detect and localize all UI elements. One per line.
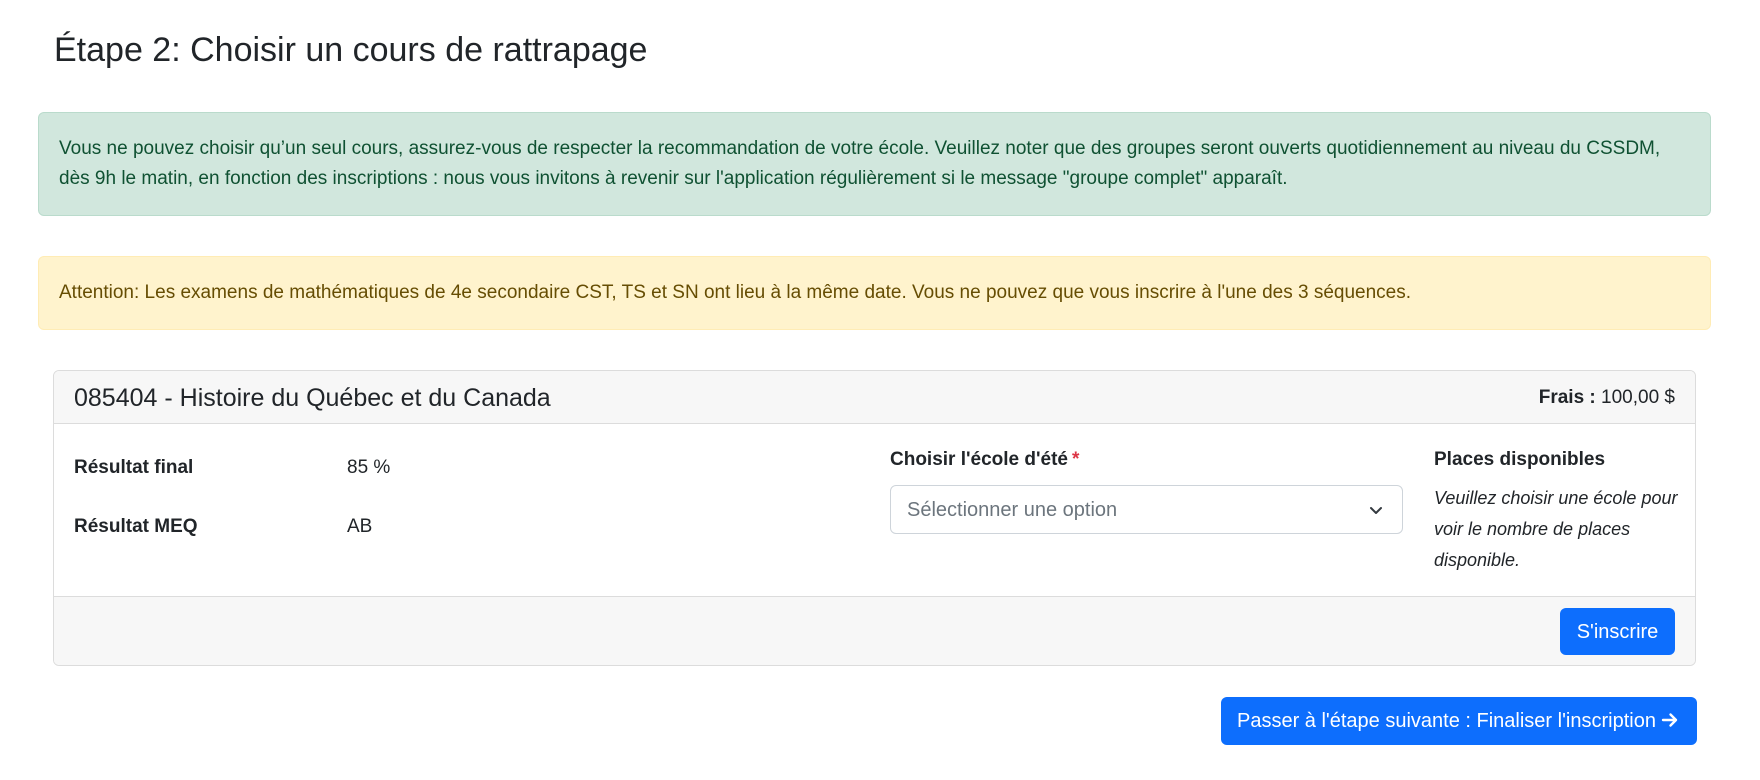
course-fees: Frais : 100,00 $ (1539, 385, 1675, 411)
required-mark: * (1071, 449, 1080, 470)
meq-result-value: AB (347, 516, 373, 537)
school-select-value: Sélectionner une option (907, 499, 1118, 521)
arrow-right-icon (1661, 713, 1678, 727)
page-title: Étape 2: Choisir un cours de rattrapage (54, 31, 648, 69)
places-title: Places disponibles (1434, 449, 1606, 470)
course-card-footer: S'inscrire (54, 596, 1695, 665)
school-field-label: Choisir l'école d'été * (890, 447, 1079, 473)
info-alert: Vous ne pouvez choisir qu’un seul cours,… (38, 112, 1711, 216)
next-step-button[interactable]: Passer à l'étape suivante : Finaliser l'… (1221, 697, 1697, 745)
meq-result-label: Résultat MEQ (74, 516, 198, 537)
fees-label: Frais : (1538, 387, 1596, 408)
next-step-label: Passer à l'étape suivante : Finaliser l'… (1237, 710, 1656, 732)
register-button[interactable]: S'inscrire (1560, 608, 1675, 655)
fees-value: 100,00 $ (1601, 387, 1675, 408)
final-result-value: 85 % (347, 457, 391, 478)
course-card-body: Résultat final 85 % Résultat MEQ AB Choi… (54, 424, 1695, 596)
school-field-label-text: Choisir l'école d'été (890, 449, 1068, 470)
info-alert-text: Vous ne pouvez choisir qu’un seul cours,… (59, 138, 1661, 189)
school-select[interactable]: Sélectionner une option (890, 485, 1403, 534)
warning-alert-text: Attention: Les examens de mathématiques … (59, 282, 1412, 303)
page: Étape 2: Choisir un cours de rattrapage … (0, 0, 1760, 780)
course-card: 085404 - Histoire du Québec et du Canada… (53, 370, 1696, 666)
course-title: 085404 - Histoire du Québec et du Canada (74, 384, 551, 412)
chevron-down-icon (1370, 507, 1382, 514)
warning-alert: Attention: Les examens de mathématiques … (38, 256, 1711, 330)
places-text: Veuillez choisir une école pour voir le … (1434, 488, 1678, 570)
course-card-header: 085404 - Histoire du Québec et du Canada… (54, 371, 1695, 424)
final-result-label: Résultat final (74, 457, 194, 478)
